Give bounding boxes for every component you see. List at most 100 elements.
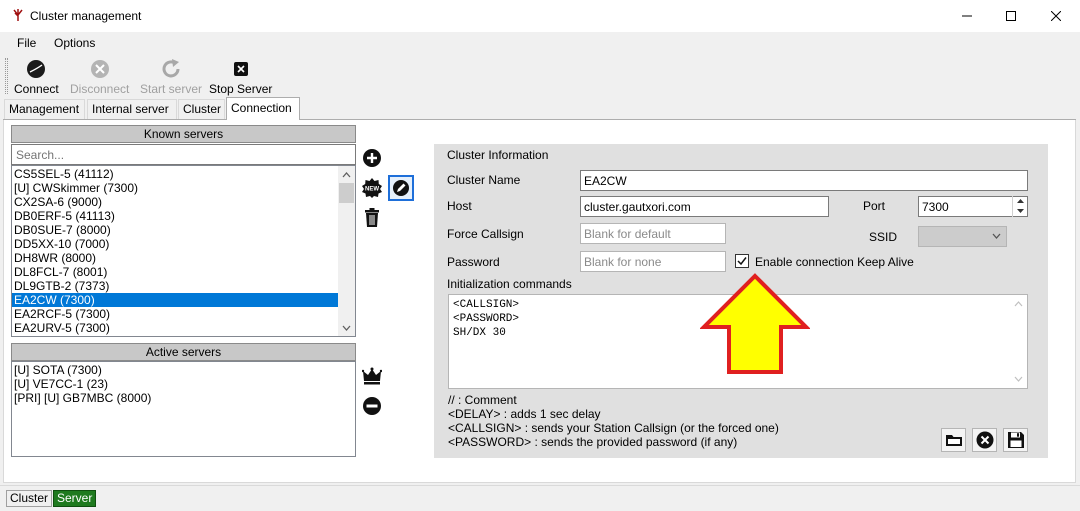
active-servers-header: Active servers xyxy=(11,343,356,361)
maximize-icon xyxy=(1006,11,1016,21)
host-label: Host xyxy=(447,199,472,213)
trash-icon xyxy=(365,208,379,227)
known-server-item[interactable]: EA2RCF-5 (7300) xyxy=(12,307,339,321)
scroll-up-button[interactable] xyxy=(338,166,355,183)
close-circle-icon xyxy=(976,431,993,449)
known-server-item[interactable]: [U] CWSkimmer (7300) xyxy=(12,181,339,195)
known-server-item[interactable]: DH8WR (8000) xyxy=(12,251,339,265)
port-spin-up[interactable] xyxy=(1013,196,1027,206)
help-delay: <DELAY> : adds 1 sec delay xyxy=(448,407,601,421)
tab-strip-line xyxy=(3,119,1076,120)
password-label: Password xyxy=(447,255,500,269)
known-servers-items: CS5SEL-5 (41112) [U] CWSkimmer (7300) CX2S… xyxy=(12,167,339,335)
new-server-button[interactable]: NEW xyxy=(360,176,384,200)
window-title: Cluster management xyxy=(30,9,142,23)
app-icon xyxy=(10,7,26,23)
close-button[interactable] xyxy=(1033,0,1079,32)
chevron-up-icon xyxy=(1014,301,1023,307)
known-server-item[interactable]: DB0ERF-5 (41113) xyxy=(12,209,339,223)
active-server-item[interactable]: [U] SOTA (7300) xyxy=(12,363,151,377)
init-commands-label: Initialization commands xyxy=(447,277,572,291)
scroll-down-button[interactable] xyxy=(338,319,355,336)
disconnect-label: Disconnect xyxy=(70,82,130,96)
chevron-up-icon xyxy=(342,171,351,177)
checkmark-icon xyxy=(737,257,747,266)
known-servers-search-input[interactable] xyxy=(11,144,356,165)
host-input[interactable] xyxy=(580,196,829,217)
chevron-down-icon xyxy=(1014,376,1023,382)
stop-server-label: Stop Server xyxy=(209,82,273,96)
connect-button[interactable]: Connect xyxy=(14,58,59,96)
new-badge-icon: NEW xyxy=(362,178,382,198)
tab-cluster[interactable]: Cluster xyxy=(178,99,225,119)
keepalive-checkbox[interactable] xyxy=(735,254,749,268)
remove-active-button[interactable] xyxy=(360,394,384,418)
known-servers-scrollbar[interactable] xyxy=(338,166,355,336)
folder-icon xyxy=(945,435,962,446)
crown-icon xyxy=(362,367,382,385)
stop-server-button[interactable]: Stop Server xyxy=(209,58,272,96)
up-arrow-annotation-icon xyxy=(700,273,810,374)
force-callsign-label: Force Callsign xyxy=(447,227,524,241)
known-server-item[interactable]: DB0SUE-7 (8000) xyxy=(12,223,339,237)
edit-server-button[interactable] xyxy=(388,175,414,201)
force-callsign-input[interactable] xyxy=(580,223,726,244)
close-icon xyxy=(1051,11,1061,21)
menu-options[interactable]: Options xyxy=(54,36,95,50)
active-servers-items: [U] SOTA (7300) [U] VE7CC-1 (23) [PRI] [U]… xyxy=(12,363,151,405)
known-server-item[interactable]: DL8FCL-7 (8001) xyxy=(12,265,339,279)
stop-server-icon xyxy=(233,62,248,76)
status-cluster: Cluster xyxy=(6,490,53,507)
known-servers-list[interactable]: CS5SEL-5 (41112) [U] CWSkimmer (7300) CX2S… xyxy=(11,165,356,337)
help-comment: // : Comment xyxy=(448,393,517,407)
active-server-item[interactable]: [U] VE7CC-1 (23) xyxy=(12,377,151,391)
cluster-information-title: Cluster Information xyxy=(447,148,549,162)
known-server-item[interactable]: DD5XX-10 (7000) xyxy=(12,237,339,251)
connect-label: Connect xyxy=(14,82,59,96)
minimize-button[interactable] xyxy=(944,0,990,32)
help-password: <PASSWORD> : sends the provided password… xyxy=(448,435,738,449)
tab-management[interactable]: Management xyxy=(4,99,85,119)
scroll-thumb[interactable] xyxy=(339,183,354,203)
add-server-button[interactable] xyxy=(360,146,384,170)
tab-internal-server[interactable]: Internal server xyxy=(87,99,177,119)
title-bar xyxy=(0,0,1080,32)
toolbar-grip[interactable] xyxy=(5,58,8,94)
plus-circle-icon xyxy=(363,149,381,167)
start-server-button[interactable]: Start server xyxy=(140,58,202,96)
init-commands-scrollbar[interactable] xyxy=(1010,295,1027,388)
save-button[interactable] xyxy=(1003,428,1028,452)
disconnect-icon xyxy=(90,60,109,78)
svg-text:NEW: NEW xyxy=(365,187,379,193)
status-bar xyxy=(0,485,1080,511)
ssid-label: SSID xyxy=(869,230,898,244)
known-servers-header: Known servers xyxy=(11,125,356,143)
help-callsign: <CALLSIGN> : sends your Station Callsign… xyxy=(448,421,779,435)
known-server-item[interactable]: EA2CW (7300) xyxy=(12,293,339,307)
known-server-item[interactable]: CX2SA-6 (9000) xyxy=(12,195,339,209)
ssid-select[interactable] xyxy=(918,226,1007,247)
keepalive-label[interactable]: Enable connection Keep Alive xyxy=(755,255,914,269)
set-primary-button[interactable] xyxy=(360,364,384,388)
maximize-button[interactable] xyxy=(988,0,1034,32)
tab-connection[interactable]: Connection xyxy=(226,97,300,120)
triangle-down-icon xyxy=(1016,209,1024,213)
known-server-item[interactable]: DL9GTB-2 (7373) xyxy=(12,279,339,293)
cancel-button[interactable] xyxy=(972,428,997,452)
known-server-item[interactable]: EA2URV-5 (7300) xyxy=(12,321,339,335)
chevron-down-icon xyxy=(992,233,1001,239)
minus-circle-icon xyxy=(363,397,381,415)
password-input[interactable] xyxy=(580,251,726,272)
open-folder-button[interactable] xyxy=(941,428,966,452)
port-label: Port xyxy=(863,199,886,213)
refresh-icon xyxy=(162,59,180,78)
active-server-item[interactable]: [PRI] [U] GB7MBC (8000) xyxy=(12,391,151,405)
port-spinner[interactable] xyxy=(1012,196,1027,217)
delete-server-button[interactable] xyxy=(360,206,384,230)
cluster-name-input[interactable] xyxy=(580,170,1028,191)
disconnect-button[interactable]: Disconnect xyxy=(70,58,129,96)
port-spin-down[interactable] xyxy=(1013,206,1027,216)
menu-file[interactable]: File xyxy=(17,36,36,50)
active-servers-list[interactable]: [U] SOTA (7300) [U] VE7CC-1 (23) [PRI] [U]… xyxy=(11,361,356,457)
known-server-item[interactable]: CS5SEL-5 (41112) xyxy=(12,167,339,181)
